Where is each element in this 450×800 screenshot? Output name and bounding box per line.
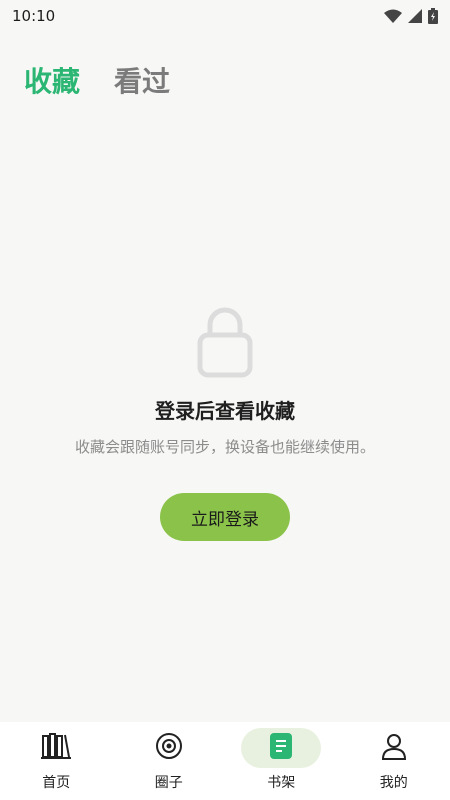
empty-state: 登录后查看收藏 收藏会跟随账号同步，换设备也能继续使用。 立即登录 xyxy=(0,305,450,541)
tab-history[interactable]: 看过 xyxy=(114,60,170,100)
nav-item-home[interactable]: 首页 xyxy=(0,722,112,792)
nav-label-me: 我的 xyxy=(379,775,408,791)
person-icon xyxy=(380,732,408,764)
nav-label-home: 首页 xyxy=(42,775,71,791)
book-icon xyxy=(270,733,293,763)
signal-icon xyxy=(408,9,422,23)
nav-item-bookshelf[interactable]: 书架 xyxy=(225,722,337,792)
status-time: 10:10 xyxy=(12,7,56,25)
nav-item-circle[interactable]: 圈子 xyxy=(113,722,225,792)
empty-description: 收藏会跟随账号同步，换设备也能继续使用。 xyxy=(74,438,375,456)
nav-item-me[interactable]: 我的 xyxy=(338,722,450,792)
login-button[interactable]: 立即登录 xyxy=(160,493,290,541)
battery-icon xyxy=(428,8,438,24)
empty-title: 登录后查看收藏 xyxy=(155,399,295,423)
tab-favorites[interactable]: 收藏 xyxy=(24,60,80,100)
tab-bar: 收藏 看过 xyxy=(24,60,170,100)
lock-icon xyxy=(197,305,253,379)
nav-label-bookshelf: 书架 xyxy=(267,775,296,791)
status-bar: 10:10 xyxy=(0,0,450,32)
target-icon xyxy=(155,732,183,764)
status-icons xyxy=(384,8,438,24)
wifi-icon xyxy=(384,9,402,23)
bookshelf-icon xyxy=(41,733,72,763)
bottom-nav: 首页 圈子 书架 我的 xyxy=(0,722,450,800)
nav-label-circle: 圈子 xyxy=(154,775,183,791)
